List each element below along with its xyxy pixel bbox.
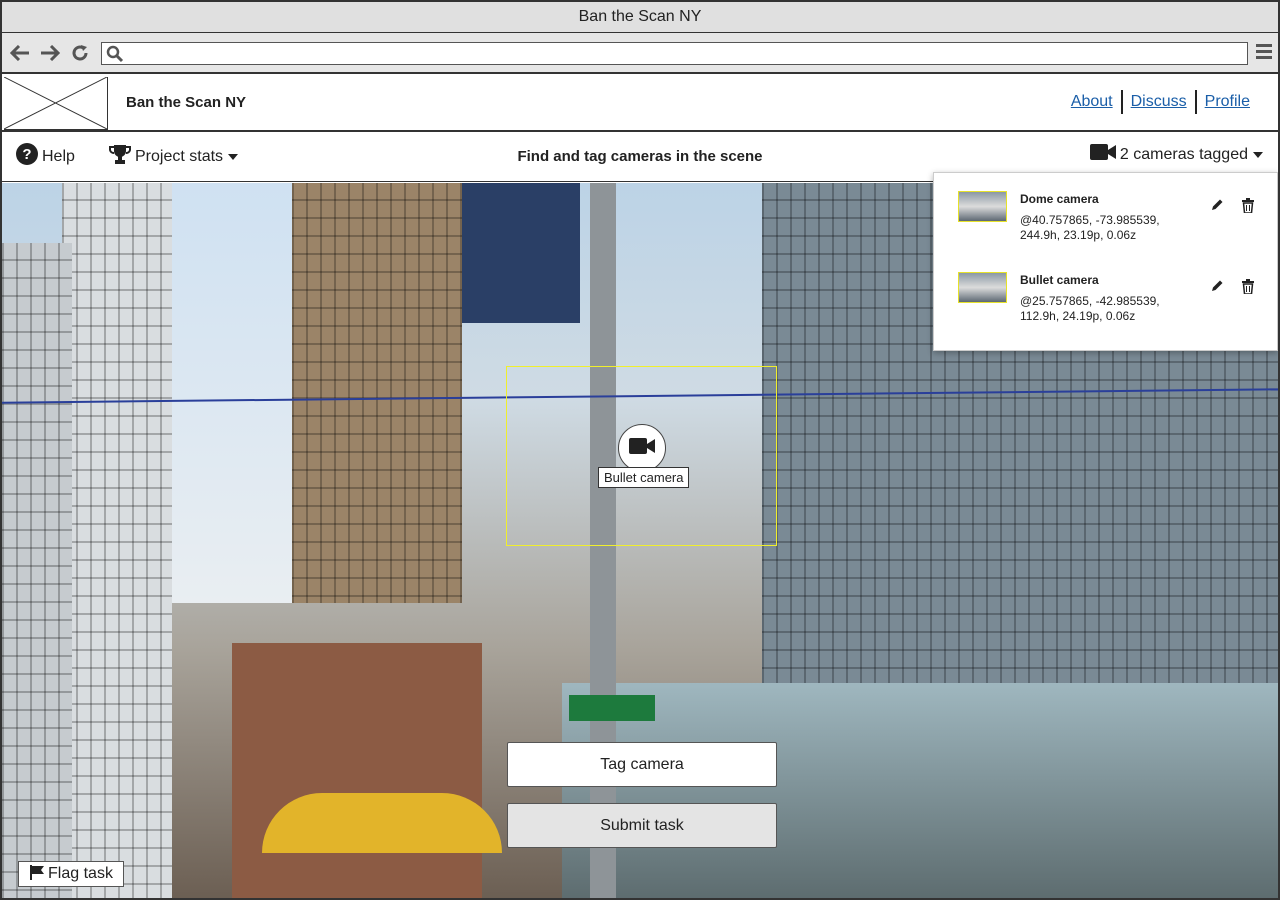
cameras-tagged-label: 2 cameras tagged	[1119, 145, 1248, 163]
camera-thumbnail	[958, 191, 1007, 222]
trash-icon[interactable]	[1241, 198, 1255, 218]
camera-coords-line: @25.757865, -42.985539,	[1020, 294, 1160, 308]
nav-link-about[interactable]: About	[1063, 93, 1121, 111]
flag-task-label: Flag task	[48, 865, 113, 882]
caret-down-icon	[1252, 146, 1264, 164]
tagged-camera-item[interactable]: Dome camera @40.757865, -73.985539, 244.…	[934, 173, 1277, 243]
camera-name: Dome camera	[1020, 192, 1099, 206]
camera-coords-line: 244.9h, 23.19p, 0.06z	[1020, 228, 1137, 242]
pencil-icon[interactable]	[1210, 279, 1224, 298]
camera-marker[interactable]	[618, 424, 666, 472]
tagged-cameras-panel: Dome camera @40.757865, -73.985539, 244.…	[933, 172, 1278, 351]
browser-window: Ban the Scan NY Ban the Scan NY About Di…	[0, 0, 1280, 900]
project-stats-label: Project stats	[135, 147, 224, 165]
video-camera-icon	[1089, 143, 1116, 166]
camera-thumbnail	[958, 272, 1007, 303]
browser-toolbar	[2, 33, 1278, 74]
project-stats-dropdown[interactable]: Project stats	[109, 143, 239, 170]
window-title: Ban the Scan NY	[578, 8, 702, 25]
building	[292, 183, 462, 603]
camera-name: Bullet camera	[1020, 273, 1099, 287]
pencil-icon[interactable]	[1210, 198, 1224, 217]
help-button[interactable]: ? Help	[16, 143, 75, 170]
svg-text:?: ?	[22, 146, 31, 163]
building	[232, 643, 482, 898]
caret-down-icon	[227, 148, 239, 166]
search-icon	[106, 45, 124, 68]
flag-task-button[interactable]: Flag task	[18, 861, 124, 887]
tagged-camera-item[interactable]: Bullet camera @25.757865, -42.985539, 11…	[934, 254, 1277, 324]
glass-storefront	[562, 683, 1278, 898]
nav-link-profile[interactable]: Profile	[1197, 93, 1258, 111]
flag-icon	[29, 864, 45, 885]
window-titlebar: Ban the Scan NY	[2, 2, 1278, 33]
trash-icon[interactable]	[1241, 279, 1255, 299]
camera-coords-line: @40.757865, -73.985539,	[1020, 213, 1160, 227]
help-label: Help	[42, 147, 75, 165]
video-camera-icon	[629, 437, 655, 460]
cameras-tagged-dropdown[interactable]: 2 cameras tagged	[1089, 143, 1264, 166]
site-header: Ban the Scan NY About Discuss Profile	[2, 76, 1278, 132]
address-bar[interactable]	[101, 42, 1248, 65]
header-nav: About Discuss Profile	[1063, 90, 1258, 114]
reload-icon[interactable]	[68, 41, 92, 65]
submit-task-button[interactable]: Submit task	[507, 803, 777, 848]
hamburger-menu-icon[interactable]	[1256, 43, 1272, 64]
street-vendor-umbrella	[262, 793, 502, 853]
camera-coordinates: @40.757865, -73.985539, 244.9h, 23.19p, …	[1020, 213, 1190, 243]
banner-sign	[462, 183, 580, 323]
sky	[172, 183, 292, 603]
building	[2, 243, 72, 898]
street-sign	[569, 695, 655, 721]
logo-placeholder[interactable]	[3, 76, 108, 130]
camera-coordinates: @25.757865, -42.985539, 112.9h, 24.19p, …	[1020, 294, 1190, 324]
trophy-icon	[109, 143, 131, 170]
back-arrow-icon[interactable]	[8, 41, 32, 65]
help-icon: ?	[16, 143, 38, 170]
camera-coords-line: 112.9h, 24.19p, 0.06z	[1020, 309, 1136, 323]
tag-camera-button[interactable]: Tag camera	[507, 742, 777, 787]
camera-marker-label: Bullet camera	[598, 467, 690, 488]
building	[62, 183, 172, 898]
forward-arrow-icon[interactable]	[38, 41, 62, 65]
site-title: Ban the Scan NY	[126, 94, 247, 111]
nav-link-discuss[interactable]: Discuss	[1123, 93, 1195, 111]
